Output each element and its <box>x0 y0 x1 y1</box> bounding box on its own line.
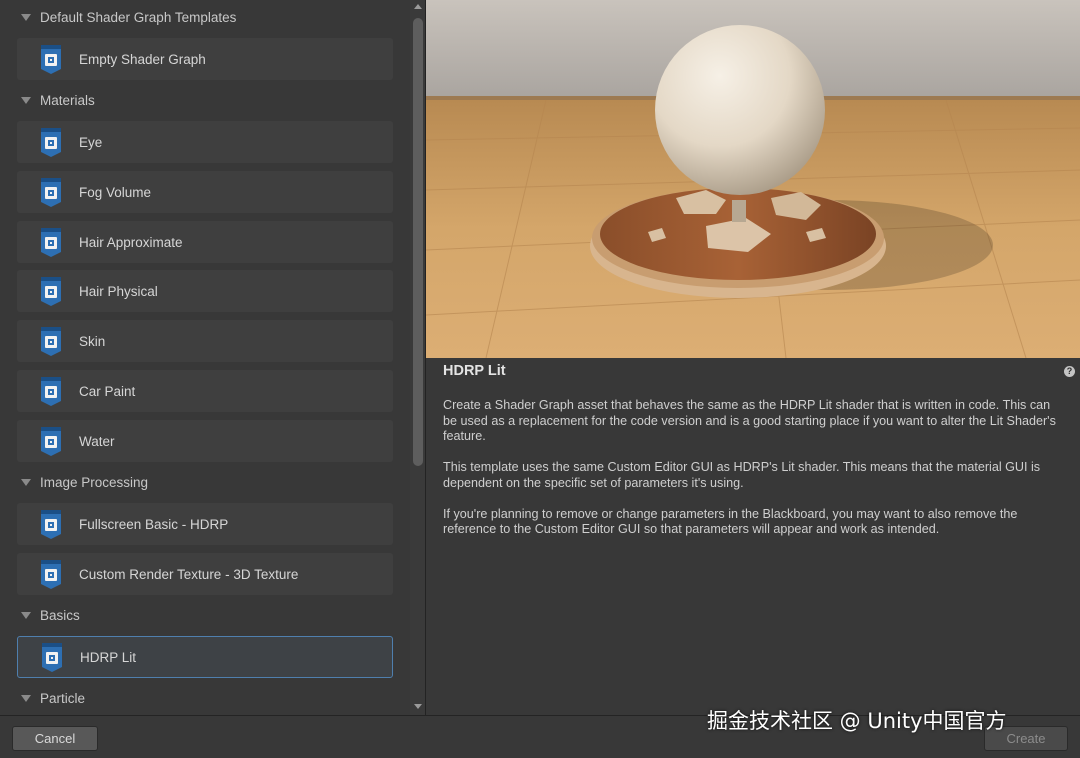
preview-render <box>426 0 1080 358</box>
scroll-up-arrow-icon[interactable] <box>414 4 422 9</box>
scrollbar-thumb[interactable] <box>413 18 423 466</box>
group-label: Default Shader Graph Templates <box>40 9 237 25</box>
shader-graph-icon <box>39 226 63 258</box>
template-item-skin[interactable]: Skin <box>17 320 393 362</box>
template-item-fullscreen-basic[interactable]: Fullscreen Basic - HDRP <box>17 503 393 545</box>
template-item-label: Fullscreen Basic - HDRP <box>79 516 229 532</box>
template-list-pane: Default Shader Graph Templates Empty Sha… <box>0 0 426 715</box>
expand-triangle-icon <box>21 611 31 619</box>
help-icon[interactable]: ? <box>1064 366 1075 377</box>
template-item-label: Custom Render Texture - 3D Texture <box>79 566 299 582</box>
shader-graph-icon <box>39 558 63 590</box>
group-label: Particle <box>40 690 86 706</box>
template-item-water[interactable]: Water <box>17 420 393 462</box>
shader-graph-icon <box>39 126 63 158</box>
group-header-image-processing[interactable]: Image Processing <box>0 469 408 495</box>
watermark-text: 掘金技术社区 @ Unity中国官方 <box>707 709 1007 733</box>
scroll-down-arrow-icon[interactable] <box>414 704 422 709</box>
shader-graph-icon <box>39 325 63 357</box>
template-item-label: Empty Shader Graph <box>79 51 206 67</box>
template-detail-pane: HDRP Lit ? Create a Shader Graph asset t… <box>426 0 1080 715</box>
template-item-label: Eye <box>79 134 103 150</box>
template-item-label: HDRP Lit <box>80 649 137 665</box>
group-header-default-templates[interactable]: Default Shader Graph Templates <box>0 4 408 30</box>
template-title: HDRP Lit <box>443 363 506 379</box>
shader-graph-icon <box>39 375 63 407</box>
shader-graph-icon <box>39 43 63 75</box>
shader-graph-icon <box>39 508 63 540</box>
template-item-label: Hair Physical <box>79 283 158 299</box>
template-item-fog-volume[interactable]: Fog Volume <box>17 171 393 213</box>
shader-graph-icon <box>40 641 64 673</box>
group-label: Materials <box>40 92 95 108</box>
group-header-materials[interactable]: Materials <box>0 87 408 113</box>
template-item-hair-approximate[interactable]: Hair Approximate <box>17 221 393 263</box>
group-header-particle[interactable]: Particle <box>0 685 408 711</box>
template-description: Create a Shader Graph asset that behaves… <box>443 398 1063 553</box>
template-item-label: Car Paint <box>79 383 136 399</box>
shader-graph-icon <box>39 275 63 307</box>
group-label: Basics <box>40 607 80 623</box>
description-paragraph: If you're planning to remove or change p… <box>443 506 1018 537</box>
expand-triangle-icon <box>21 96 31 104</box>
template-item-label: Hair Approximate <box>79 234 183 250</box>
cancel-button[interactable]: Cancel <box>12 726 98 751</box>
list-scrollbar[interactable] <box>410 0 425 715</box>
shader-graph-icon <box>39 425 63 457</box>
description-paragraph: Create a Shader Graph asset that behaves… <box>443 398 1056 443</box>
template-item-empty-shader-graph[interactable]: Empty Shader Graph <box>17 38 393 80</box>
template-item-eye[interactable]: Eye <box>17 121 393 163</box>
group-label: Image Processing <box>40 474 149 490</box>
template-item-car-paint[interactable]: Car Paint <box>17 370 393 412</box>
template-item-hair-physical[interactable]: Hair Physical <box>17 270 393 312</box>
template-item-hdrp-lit[interactable]: HDRP Lit <box>17 636 393 678</box>
template-item-label: Skin <box>79 333 106 349</box>
template-preview-image <box>426 0 1080 358</box>
shader-graph-icon <box>39 176 63 208</box>
description-paragraph: This template uses the same Custom Edito… <box>443 460 1041 490</box>
expand-triangle-icon <box>21 478 31 486</box>
expand-triangle-icon <box>21 13 31 21</box>
template-item-custom-render-texture[interactable]: Custom Render Texture - 3D Texture <box>17 553 393 595</box>
template-item-label: Fog Volume <box>79 184 152 200</box>
group-header-basics[interactable]: Basics <box>0 602 408 628</box>
expand-triangle-icon <box>21 694 31 702</box>
template-item-label: Water <box>79 433 115 449</box>
